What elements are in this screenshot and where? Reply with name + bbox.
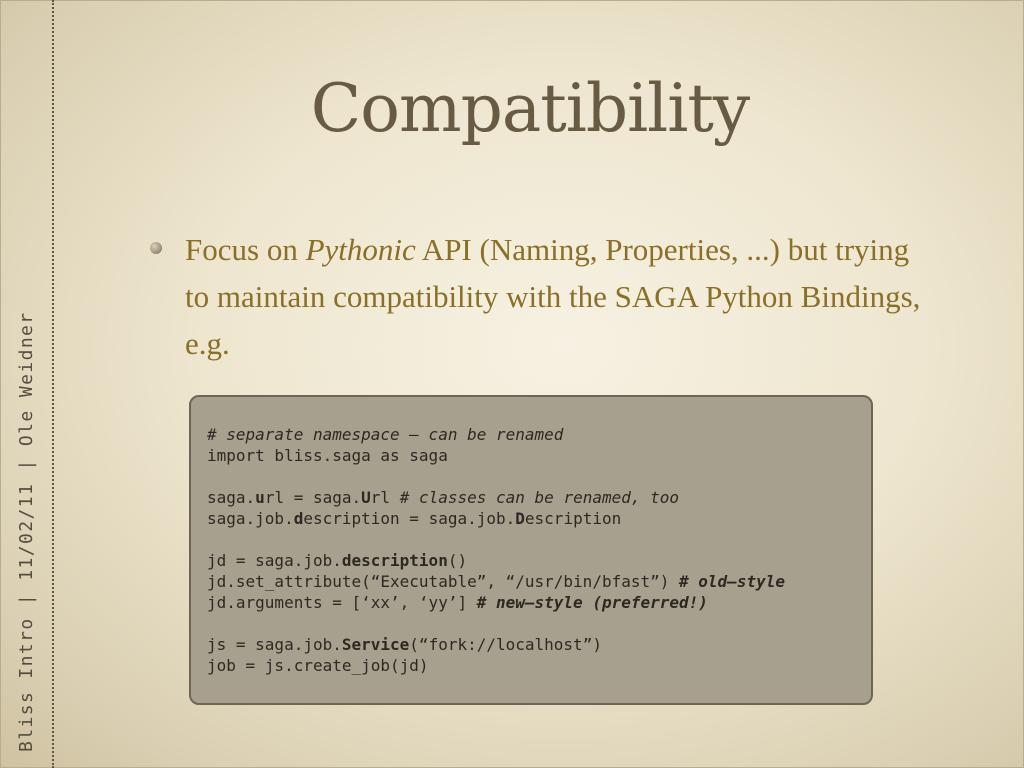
code-token: escription — [524, 509, 622, 528]
code-comment: # classes can be renamed, too — [399, 488, 680, 507]
code-line: js = saga.job.Service(“fork://localhost”… — [207, 634, 871, 655]
code-token: saga. — [207, 488, 256, 507]
code-token: escription = saga.job. — [303, 509, 516, 528]
code-token: description — [341, 551, 448, 570]
bullet-dot-icon — [150, 242, 162, 254]
code-token: jd.set_attribute(“Executable”, “/usr/bin… — [207, 572, 680, 591]
code-token: u — [255, 488, 265, 507]
bullet-text-italic: Pythonic — [305, 232, 416, 267]
code-token: Service — [341, 635, 410, 654]
code-line: # separate namespace – can be renamed — [207, 425, 564, 444]
code-token: d — [293, 509, 304, 528]
code-line: job = js.create_job(jd) — [207, 656, 429, 675]
code-token: js = saga.job. — [207, 635, 342, 654]
slide-title: Compatibility — [310, 70, 750, 147]
bullet-text-part1: Focus on — [185, 232, 306, 267]
code-token: () — [447, 551, 468, 570]
code-token: rl — [370, 488, 400, 507]
sidebar-footer-text: Bliss Intro | 11/02/11 | Ole Weidner — [16, 311, 37, 752]
code-line: saga.job.description = saga.job.Descript… — [207, 508, 871, 529]
code-comment: # new–style (preferred!) — [476, 593, 708, 612]
code-token: saga.job. — [207, 509, 294, 528]
code-block: # separate namespace – can be renamed im… — [189, 395, 873, 705]
sidebar-divider — [52, 0, 54, 768]
code-token: (“fork://localhost”) — [409, 635, 602, 654]
code-line: import bliss.saga as saga — [207, 446, 448, 465]
code-token: U — [361, 488, 371, 507]
code-line: saga.url = saga.Url # classes can be ren… — [207, 487, 871, 508]
bullet-item: Focus on Pythonic API (Naming, Propertie… — [150, 226, 940, 367]
code-token: jd.arguments = [‘xx’, ‘yy’] — [207, 593, 477, 612]
code-comment: # old–style — [679, 572, 785, 591]
code-token: rl = saga. — [264, 488, 362, 507]
code-token: D — [515, 509, 525, 528]
code-line: jd = saga.job.description() — [207, 550, 871, 571]
code-line: jd.arguments = [‘xx’, ‘yy’] # new–style … — [207, 592, 871, 613]
code-token: jd = saga.job. — [207, 551, 342, 570]
bullet-text: Focus on Pythonic API (Naming, Propertie… — [185, 226, 940, 367]
code-line: jd.set_attribute(“Executable”, “/usr/bin… — [207, 571, 871, 592]
